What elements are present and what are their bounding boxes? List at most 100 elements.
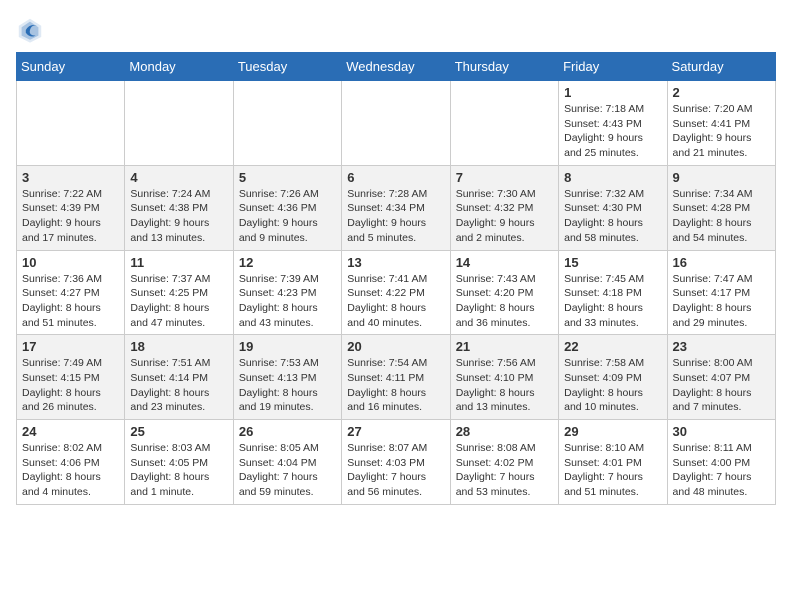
day-number: 5 <box>239 170 336 185</box>
calendar-cell: 16Sunrise: 7:47 AMSunset: 4:17 PMDayligh… <box>667 250 775 335</box>
day-info: Sunrise: 7:18 AMSunset: 4:43 PMDaylight:… <box>564 102 661 161</box>
calendar-cell <box>342 81 450 166</box>
calendar-cell: 20 Sunrise: 7:54 AMSunset: 4:11 PMDayligh… <box>342 335 450 420</box>
col-header-saturday: Saturday <box>667 53 775 81</box>
col-header-thursday: Thursday <box>450 53 558 81</box>
calendar-cell: 17 Sunrise: 7:49 AMSunset: 4:15 PMDayligh… <box>17 335 125 420</box>
calendar-cell: 7 Sunrise: 7:30 AMSunset: 4:32 PMDaylight… <box>450 165 558 250</box>
day-info: Sunrise: 7:54 AMSunset: 4:11 PMDaylight:… <box>347 356 444 415</box>
day-number: 30 <box>673 424 770 439</box>
day-info: Sunrise: 7:32 AMSunset: 4:30 PMDaylight:… <box>564 187 661 246</box>
logo <box>16 16 48 44</box>
day-info: Sunrise: 7:24 AMSunset: 4:38 PMDaylight:… <box>130 187 227 246</box>
calendar-cell <box>450 81 558 166</box>
day-info: Sunrise: 8:08 AMSunset: 4:02 PMDaylight:… <box>456 441 553 500</box>
calendar-week-1: 1 Sunrise: 7:18 AMSunset: 4:43 PMDaylight… <box>17 81 776 166</box>
day-number: 2 <box>673 85 770 100</box>
calendar-table: SundayMondayTuesdayWednesdayThursdayFrid… <box>16 52 776 505</box>
day-number: 1 <box>564 85 661 100</box>
day-number: 17 <box>22 339 119 354</box>
day-info: Sunrise: 7:26 AMSunset: 4:36 PMDaylight:… <box>239 187 336 246</box>
day-info: Sunrise: 7:30 AMSunset: 4:32 PMDaylight:… <box>456 187 553 246</box>
calendar-cell: 12Sunrise: 7:39 AMSunset: 4:23 PMDayligh… <box>233 250 341 335</box>
page-header <box>16 16 776 44</box>
day-number: 20 <box>347 339 444 354</box>
calendar-cell: 30 Sunrise: 8:11 AMSunset: 4:00 PMDayligh… <box>667 420 775 505</box>
col-header-monday: Monday <box>125 53 233 81</box>
calendar-cell: 2 Sunrise: 7:20 AMSunset: 4:41 PMDaylight… <box>667 81 775 166</box>
day-number: 23 <box>673 339 770 354</box>
day-info: Sunrise: 8:11 AMSunset: 4:00 PMDaylight:… <box>673 441 770 500</box>
day-info: Sunrise: 7:22 AMSunset: 4:39 PMDaylight:… <box>22 187 119 246</box>
day-info: Sunrise: 7:28 AMSunset: 4:34 PMDaylight:… <box>347 187 444 246</box>
day-info: Sunrise: 8:02 AMSunset: 4:06 PMDaylight:… <box>22 441 119 500</box>
day-number: 18 <box>130 339 227 354</box>
day-number: 21 <box>456 339 553 354</box>
calendar-cell: 6Sunrise: 7:28 AMSunset: 4:34 PMDaylight… <box>342 165 450 250</box>
day-info: Sunrise: 8:00 AMSunset: 4:07 PMDaylight:… <box>673 356 770 415</box>
col-header-friday: Friday <box>559 53 667 81</box>
calendar-cell: 8 Sunrise: 7:32 AMSunset: 4:30 PMDaylight… <box>559 165 667 250</box>
calendar-week-4: 17 Sunrise: 7:49 AMSunset: 4:15 PMDayligh… <box>17 335 776 420</box>
day-number: 29 <box>564 424 661 439</box>
day-number: 8 <box>564 170 661 185</box>
day-info: Sunrise: 8:10 AMSunset: 4:01 PMDaylight:… <box>564 441 661 500</box>
calendar-cell: 24 Sunrise: 8:02 AMSunset: 4:06 PMDayligh… <box>17 420 125 505</box>
calendar-cell <box>17 81 125 166</box>
day-number: 7 <box>456 170 553 185</box>
day-number: 24 <box>22 424 119 439</box>
col-header-wednesday: Wednesday <box>342 53 450 81</box>
calendar-cell: 5 Sunrise: 7:26 AMSunset: 4:36 PMDaylight… <box>233 165 341 250</box>
calendar-cell: 21 Sunrise: 7:56 AMSunset: 4:10 PMDayligh… <box>450 335 558 420</box>
calendar-cell <box>233 81 341 166</box>
day-number: 28 <box>456 424 553 439</box>
day-number: 14 <box>456 255 553 270</box>
day-number: 3 <box>22 170 119 185</box>
calendar-cell: 14 Sunrise: 7:43 AMSunset: 4:20 PMDayligh… <box>450 250 558 335</box>
calendar-cell: 1 Sunrise: 7:18 AMSunset: 4:43 PMDaylight… <box>559 81 667 166</box>
calendar-cell: 4 Sunrise: 7:24 AMSunset: 4:38 PMDaylight… <box>125 165 233 250</box>
calendar-cell: 23 Sunrise: 8:00 AMSunset: 4:07 PMDayligh… <box>667 335 775 420</box>
calendar-cell: 9 Sunrise: 7:34 AMSunset: 4:28 PMDaylight… <box>667 165 775 250</box>
day-info: Sunrise: 7:34 AMSunset: 4:28 PMDaylight:… <box>673 187 770 246</box>
calendar-cell: 11 Sunrise: 7:37 AMSunset: 4:25 PMDayligh… <box>125 250 233 335</box>
day-number: 15 <box>564 255 661 270</box>
day-number: 9 <box>673 170 770 185</box>
calendar-cell: 28 Sunrise: 8:08 AMSunset: 4:02 PMDayligh… <box>450 420 558 505</box>
day-number: 25 <box>130 424 227 439</box>
calendar-week-5: 24 Sunrise: 8:02 AMSunset: 4:06 PMDayligh… <box>17 420 776 505</box>
logo-icon <box>16 16 44 44</box>
day-number: 11 <box>130 255 227 270</box>
calendar-cell: 13 Sunrise: 7:41 AMSunset: 4:22 PMDayligh… <box>342 250 450 335</box>
day-number: 10 <box>22 255 119 270</box>
day-number: 22 <box>564 339 661 354</box>
day-info: Sunrise: 7:56 AMSunset: 4:10 PMDaylight:… <box>456 356 553 415</box>
day-info: Sunrise: 7:43 AMSunset: 4:20 PMDaylight:… <box>456 272 553 331</box>
day-number: 26 <box>239 424 336 439</box>
day-info: Sunrise: 7:20 AMSunset: 4:41 PMDaylight:… <box>673 102 770 161</box>
day-info: Sunrise: 7:41 AMSunset: 4:22 PMDaylight:… <box>347 272 444 331</box>
calendar-cell: 29 Sunrise: 8:10 AMSunset: 4:01 PMDayligh… <box>559 420 667 505</box>
day-info: Sunrise: 7:49 AMSunset: 4:15 PMDaylight:… <box>22 356 119 415</box>
calendar-week-3: 10 Sunrise: 7:36 AMSunset: 4:27 PMDayligh… <box>17 250 776 335</box>
day-info: Sunrise: 7:36 AMSunset: 4:27 PMDaylight:… <box>22 272 119 331</box>
calendar-cell: 15Sunrise: 7:45 AMSunset: 4:18 PMDayligh… <box>559 250 667 335</box>
calendar-cell: 27Sunrise: 8:07 AMSunset: 4:03 PMDayligh… <box>342 420 450 505</box>
col-header-sunday: Sunday <box>17 53 125 81</box>
day-info: Sunrise: 7:53 AMSunset: 4:13 PMDaylight:… <box>239 356 336 415</box>
day-number: 13 <box>347 255 444 270</box>
day-info: Sunrise: 7:47 AMSunset: 4:17 PMDaylight:… <box>673 272 770 331</box>
calendar-cell: 26 Sunrise: 8:05 AMSunset: 4:04 PMDayligh… <box>233 420 341 505</box>
day-info: Sunrise: 7:37 AMSunset: 4:25 PMDaylight:… <box>130 272 227 331</box>
day-info: Sunrise: 8:05 AMSunset: 4:04 PMDaylight:… <box>239 441 336 500</box>
day-info: Sunrise: 7:58 AMSunset: 4:09 PMDaylight:… <box>564 356 661 415</box>
col-header-tuesday: Tuesday <box>233 53 341 81</box>
calendar-cell: 18Sunrise: 7:51 AMSunset: 4:14 PMDayligh… <box>125 335 233 420</box>
calendar-cell: 10 Sunrise: 7:36 AMSunset: 4:27 PMDayligh… <box>17 250 125 335</box>
calendar-cell: 3 Sunrise: 7:22 AMSunset: 4:39 PMDaylight… <box>17 165 125 250</box>
day-number: 27 <box>347 424 444 439</box>
calendar-header-row: SundayMondayTuesdayWednesdayThursdayFrid… <box>17 53 776 81</box>
calendar-cell: 22 Sunrise: 7:58 AMSunset: 4:09 PMDayligh… <box>559 335 667 420</box>
day-info: Sunrise: 8:03 AMSunset: 4:05 PMDaylight:… <box>130 441 227 500</box>
day-number: 4 <box>130 170 227 185</box>
